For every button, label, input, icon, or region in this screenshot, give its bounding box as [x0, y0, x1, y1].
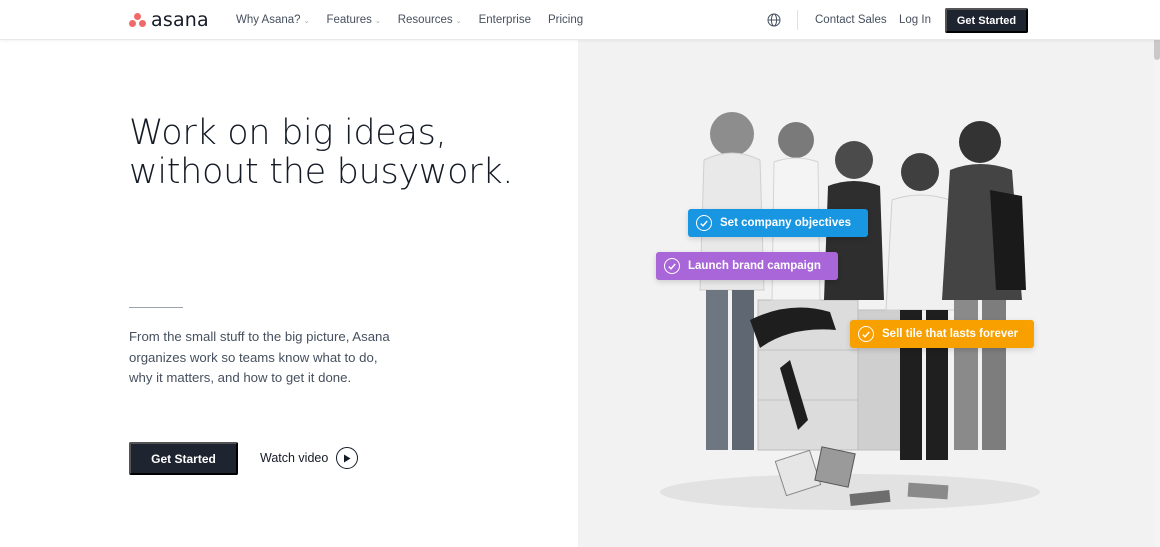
task-label: Set company objectives	[720, 217, 852, 229]
subcopy-line-2: organizes work so teams know what to do,	[129, 349, 378, 365]
nav-why-asana[interactable]: Why Asana? ⌄	[236, 14, 309, 26]
task-label: Sell tile that lasts forever	[882, 328, 1019, 340]
check-circle-icon	[696, 215, 712, 231]
hero-headline: Work on big ideas, without the busywork.	[129, 114, 549, 192]
header-get-started-button[interactable]: Get Started	[945, 8, 1028, 33]
task-label: Launch brand campaign	[688, 260, 821, 272]
nav-enterprise[interactable]: Enterprise	[479, 14, 531, 26]
subcopy-line-1: From the small stuff to the big picture,…	[129, 329, 390, 344]
nav-label: Features	[326, 14, 372, 26]
chevron-down-icon: ⌄	[455, 18, 462, 25]
site-header: asana Why Asana? ⌄ Features ⌄ Resources …	[0, 0, 1160, 40]
header-divider	[797, 10, 798, 30]
hero-divider	[129, 307, 183, 308]
task-pill-objectives: Set company objectives	[688, 209, 868, 237]
nav-label: Enterprise	[478, 14, 531, 26]
login-link[interactable]: Log In	[899, 14, 931, 26]
nav-label: Resources	[397, 14, 453, 26]
check-circle-icon	[858, 326, 874, 342]
main-nav: Why Asana? ⌄ Features ⌄ Resources ⌄ Ente…	[236, 0, 600, 40]
task-pill-sell-tile: Sell tile that lasts forever	[850, 320, 1034, 348]
watch-video-label: Watch video	[260, 451, 329, 465]
nav-label: Pricing	[547, 14, 584, 26]
team-photo-image	[660, 112, 1040, 510]
nav-label: Why Asana?	[236, 14, 301, 26]
play-icon	[336, 447, 359, 469]
nav-resources[interactable]: Resources ⌄	[398, 14, 462, 26]
headline-line-2: without the busywork.	[129, 152, 514, 192]
asana-logo-icon	[129, 12, 146, 28]
logo-text: asana	[151, 9, 209, 31]
check-circle-icon	[664, 258, 680, 274]
task-pill-brand-campaign: Launch brand campaign	[656, 252, 838, 280]
scrollbar[interactable]	[1154, 0, 1160, 547]
hero-subcopy: From the small stuff to the big picture,…	[129, 327, 429, 389]
asana-logo[interactable]: asana	[129, 9, 209, 31]
chevron-down-icon: ⌄	[303, 18, 310, 25]
chevron-down-icon: ⌄	[374, 18, 381, 25]
watch-video-button[interactable]: Watch video	[260, 447, 359, 469]
nav-features[interactable]: Features ⌄	[326, 14, 380, 26]
nav-pricing[interactable]: Pricing	[548, 14, 583, 26]
globe-icon[interactable]	[767, 13, 781, 27]
hero-get-started-button[interactable]: Get Started	[129, 442, 238, 475]
headline-line-1: Work on big ideas,	[129, 113, 447, 153]
contact-sales-link[interactable]: Contact Sales	[815, 14, 887, 26]
subcopy-line-3: why it matters, and how to get it done.	[129, 370, 352, 385]
